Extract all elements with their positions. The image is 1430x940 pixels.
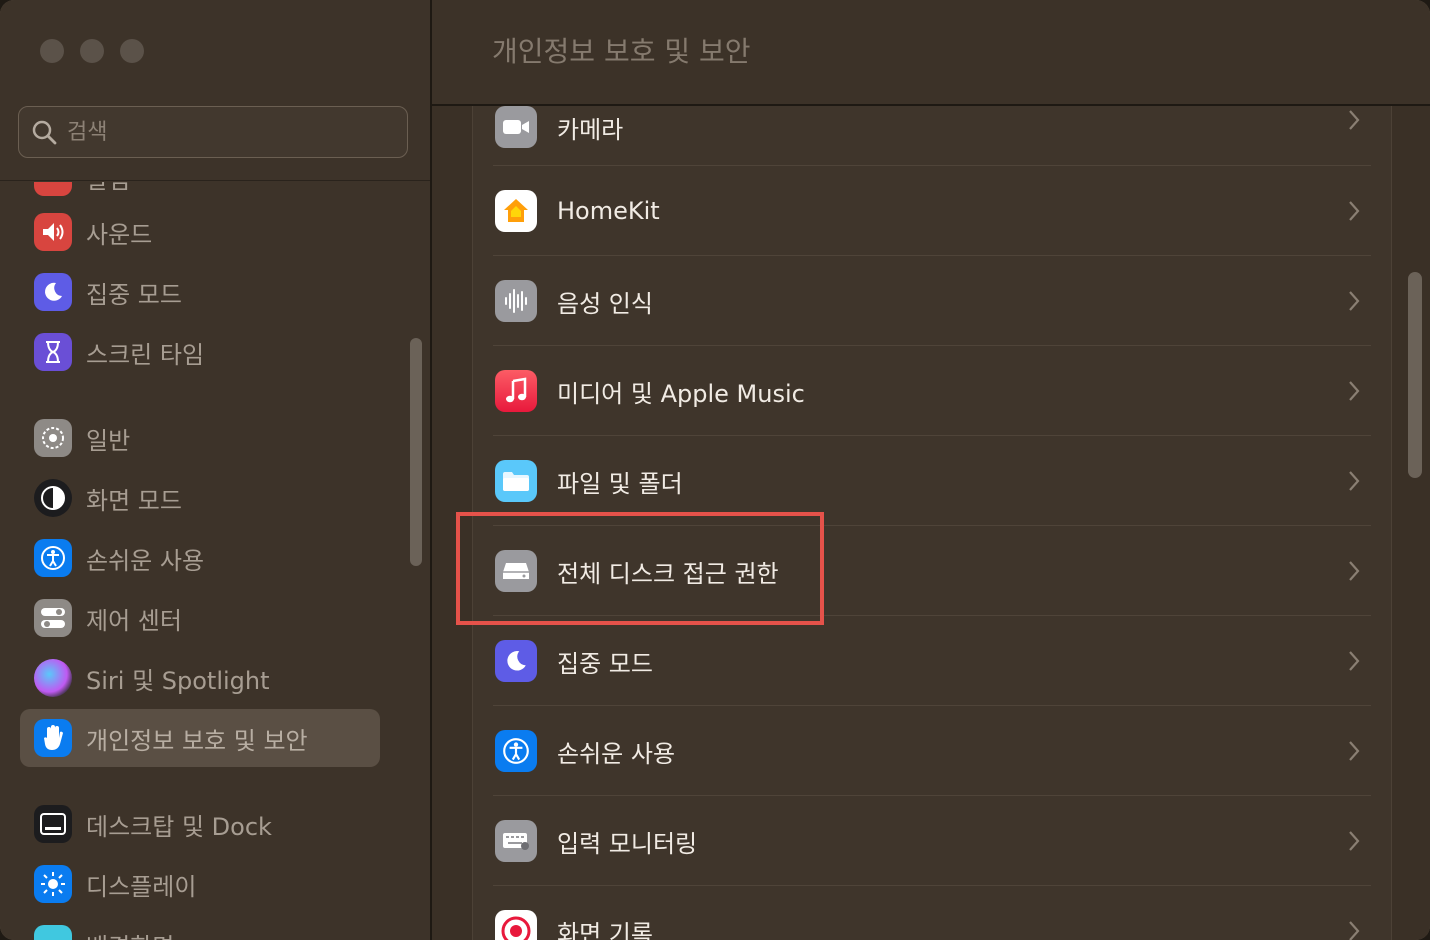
sidebar-item-accessibility[interactable]: 손쉬운 사용 bbox=[20, 529, 380, 587]
list-row-accessibility[interactable]: 손쉬운 사용 bbox=[493, 706, 1371, 796]
row-label: 손쉬운 사용 bbox=[557, 739, 676, 768]
sidebar-item-label: Siri 및 Spotlight bbox=[86, 666, 270, 695]
settings-window: 알림 사운드 집중 모드 스크린 타임 bbox=[0, 0, 1430, 940]
moon-icon bbox=[495, 640, 537, 682]
gear-icon bbox=[34, 419, 72, 457]
highlight-box bbox=[456, 512, 824, 625]
sidebar-item-label: 일반 bbox=[86, 426, 131, 455]
chevron-right-icon bbox=[1349, 471, 1360, 491]
list-row-screen-recording[interactable]: 화면 기록 bbox=[493, 886, 1371, 940]
close-window-button[interactable] bbox=[40, 39, 64, 63]
sidebar-item-label: 개인정보 보호 및 보안 bbox=[86, 726, 308, 755]
sidebar-item-appearance[interactable]: 화면 모드 bbox=[20, 469, 380, 527]
list-row-speech-recognition[interactable]: 음성 인식 bbox=[493, 256, 1371, 346]
sidebar-divider bbox=[0, 180, 430, 181]
sun-icon bbox=[34, 865, 72, 903]
chevron-right-icon bbox=[1349, 651, 1360, 671]
chevron-right-icon bbox=[1349, 381, 1360, 401]
bell-icon bbox=[34, 182, 72, 196]
window-controls bbox=[40, 39, 144, 63]
sidebar-item-sound[interactable]: 사운드 bbox=[20, 203, 380, 261]
main-scrollbar[interactable] bbox=[1408, 272, 1422, 478]
chevron-right-icon bbox=[1349, 201, 1360, 221]
dock-icon bbox=[34, 805, 72, 843]
sidebar-item-label: 디스플레이 bbox=[86, 872, 197, 901]
row-label: 화면 기록 bbox=[557, 919, 653, 940]
sidebar-item-label: 집중 모드 bbox=[86, 280, 182, 309]
row-label: 파일 및 폴더 bbox=[557, 469, 683, 498]
chevron-right-icon bbox=[1349, 561, 1360, 581]
chevron-right-icon bbox=[1349, 291, 1360, 311]
sidebar-item-label: 손쉬운 사용 bbox=[86, 546, 205, 575]
list-row-media-apple-music[interactable]: 미디어 및 Apple Music bbox=[493, 346, 1371, 436]
sidebar-item-label: 배경화면 bbox=[86, 927, 174, 940]
siri-icon bbox=[34, 659, 72, 697]
sidebar-item-label: 데스크탑 및 Dock bbox=[86, 812, 272, 841]
hand-icon bbox=[34, 719, 72, 757]
sidebar-item-screen-time[interactable]: 스크린 타임 bbox=[20, 323, 380, 381]
hourglass-icon bbox=[34, 333, 72, 371]
sidebar-scrollbar[interactable] bbox=[410, 338, 422, 566]
search-icon bbox=[32, 120, 57, 145]
waveform-icon bbox=[495, 280, 537, 322]
sidebar-item-label: 알림 bbox=[86, 165, 131, 194]
sidebar-item-privacy-security[interactable]: 개인정보 보호 및 보안 bbox=[20, 709, 380, 767]
sidebar-item-displays[interactable]: 디스플레이 bbox=[20, 855, 380, 913]
chevron-right-icon bbox=[1349, 110, 1360, 130]
accessibility-icon bbox=[34, 539, 72, 577]
page-title: 개인정보 보호 및 보안 bbox=[492, 35, 751, 68]
moon-icon bbox=[34, 273, 72, 311]
record-icon bbox=[495, 910, 537, 940]
home-icon bbox=[495, 190, 537, 232]
sidebar-item-control-center[interactable]: 제어 센터 bbox=[20, 589, 380, 647]
list-row-focus[interactable]: 집중 모드 bbox=[493, 616, 1371, 706]
sidebar-item-wallpaper[interactable]: 배경화면 bbox=[20, 915, 380, 940]
toggle-icon bbox=[34, 599, 72, 637]
sidebar-item-focus[interactable]: 집중 모드 bbox=[20, 263, 380, 321]
sidebar-item-label: 제어 센터 bbox=[86, 606, 182, 635]
list-row-camera[interactable]: 카메라 bbox=[493, 106, 1371, 166]
search-input[interactable] bbox=[65, 118, 369, 146]
toolbar: 개인정보 보호 및 보안 bbox=[432, 0, 1430, 106]
sidebar-item-siri-spotlight[interactable]: Siri 및 Spotlight bbox=[20, 649, 380, 707]
sidebar-item-label: 스크린 타임 bbox=[86, 340, 205, 369]
row-label: 집중 모드 bbox=[557, 649, 653, 678]
chevron-right-icon bbox=[1349, 741, 1360, 761]
minimize-window-button[interactable] bbox=[80, 39, 104, 63]
row-label: HomeKit bbox=[557, 197, 660, 225]
chevron-right-icon bbox=[1349, 831, 1360, 851]
folder-icon bbox=[495, 460, 537, 502]
search-field[interactable] bbox=[18, 106, 408, 158]
sidebar: 알림 사운드 집중 모드 스크린 타임 bbox=[0, 0, 432, 940]
accessibility-icon bbox=[495, 730, 537, 772]
zoom-window-button[interactable] bbox=[120, 39, 144, 63]
list-row-input-monitoring[interactable]: 입력 모니터링 bbox=[493, 796, 1371, 886]
music-note-icon bbox=[495, 370, 537, 412]
list-row-homekit[interactable]: HomeKit bbox=[493, 166, 1371, 256]
row-label: 입력 모니터링 bbox=[557, 829, 698, 858]
row-label: 미디어 및 Apple Music bbox=[557, 379, 805, 408]
keyboard-icon bbox=[495, 820, 537, 862]
appearance-icon bbox=[34, 479, 72, 517]
chevron-right-icon bbox=[1349, 921, 1360, 940]
sidebar-item-label: 사운드 bbox=[86, 220, 153, 249]
speaker-icon bbox=[34, 213, 72, 251]
sidebar-item-label: 화면 모드 bbox=[86, 486, 182, 515]
wallpaper-icon bbox=[34, 925, 72, 940]
row-label: 음성 인식 bbox=[557, 289, 653, 318]
camera-icon bbox=[495, 106, 537, 148]
sidebar-item-desktop-dock[interactable]: 데스크탑 및 Dock bbox=[20, 795, 380, 853]
sidebar-item-general[interactable]: 일반 bbox=[20, 409, 380, 467]
row-label: 카메라 bbox=[557, 115, 624, 144]
